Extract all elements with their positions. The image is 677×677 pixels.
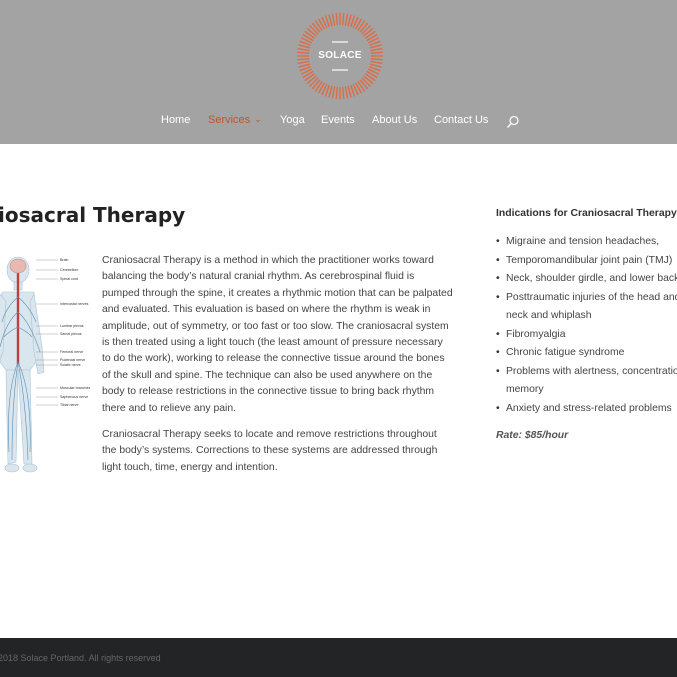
list-item: Posttraumatic injuries of the head and ne… [496,289,677,326]
list-item-text: Temporomandibular joint pain (TMJ) [506,254,673,266]
figure-label: Muscular branches of femoral nerve [60,386,90,390]
site-header: SOLACE Home Services ⌄ Yoga Events About … [0,0,677,144]
figure-label: Tibial nerve [60,403,78,407]
list-item-text-cont: neck and whiplash [506,310,592,321]
indications-list: Migraine and tension headaches, Temporom… [496,233,677,418]
list-item: Problems with alertness, concentration, m… [496,363,677,400]
intro-paragraph: Craniosacral Therapy is a method in whic… [102,255,453,414]
second-paragraph: Craniosacral Therapy seeks to locate and… [102,429,438,473]
page-title: iosacral Therapy [0,203,186,227]
chevron-down-icon: ⌄ [254,114,262,124]
list-item: Neck, shoulder girdle, and lower back [496,270,677,289]
list-item-text: Neck, shoulder girdle, and lower back [506,273,677,284]
nav-services-label: Services [208,114,251,126]
list-item-text: Chronic fatigue syndrome [506,347,625,358]
figure-label: Spinal cord [60,277,78,281]
nav-contact-us[interactable]: Contact Us [434,114,488,126]
figure-label: Sciatic nerve [60,363,81,367]
nav-events[interactable]: Events [321,114,355,126]
sidebar-title: Indications for Craniosacral Therapy [496,208,677,219]
nav-yoga[interactable]: Yoga [280,114,305,126]
logo-text: SOLACE [318,50,362,61]
rate-text: Rate: $85/hour [496,430,569,441]
figure-label: Lumbar plexus [60,324,84,328]
list-item: Migraine and tension headaches, [496,233,677,252]
figure-label: Femoral nerve [60,350,83,354]
solace-logo[interactable]: SOLACE [296,12,384,100]
nav-about-us[interactable]: About Us [372,114,417,126]
copyright-text: 2018 Solace Portland. All rights reserve… [0,653,161,663]
nav-services[interactable]: Services ⌄ [208,114,262,126]
list-item-text: Problems with alertness, concentration, [506,365,677,377]
figure-label: Intercostal nerves [60,302,89,306]
list-item-text: Posttraumatic injuries of the head and [506,291,677,303]
nav-home[interactable]: Home [161,114,190,126]
main-nav: Home Services ⌄ Yoga Events About Us Cont… [0,114,677,132]
site-footer: 2018 Solace Portland. All rights reserve… [0,638,677,677]
list-item-text: Migraine and tension headaches, [506,236,660,247]
figure-label: Sacral plexus [60,332,82,336]
list-item-text-cont: memory [506,384,544,395]
list-item-text: Anxiety and stress-related problems [506,402,672,414]
list-item-text: Fibromyalgia [506,328,566,340]
figure-label: Pudendal nerve [60,358,85,362]
figure-label: Cerebellum [60,268,78,272]
search-icon[interactable] [506,115,520,129]
figure-label: Brain [60,258,68,262]
figure-label: Saphenous nerve [60,395,88,399]
list-item: Temporomandibular joint pain (TMJ) [496,252,677,271]
nervous-system-image: Brain Cerebellum Spinal cord Intercostal ne… [0,252,90,477]
list-item: Chronic fatigue syndrome [496,344,677,363]
list-item: Fibromyalgia [496,326,677,345]
list-item: Anxiety and stress-related problems [496,400,677,419]
